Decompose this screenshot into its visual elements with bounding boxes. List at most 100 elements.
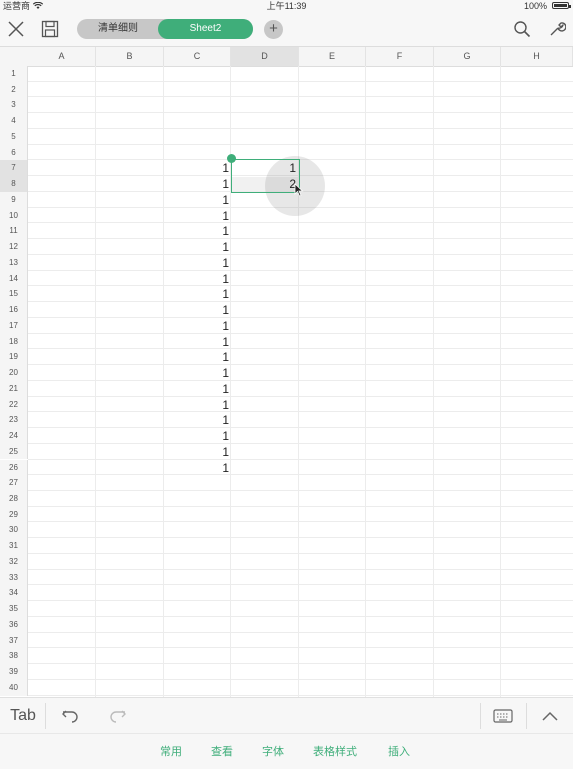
row-header-19[interactable]: 19 (0, 349, 28, 366)
row-header-8[interactable]: 8 (0, 176, 28, 192)
row-header-27[interactable]: 27 (0, 475, 28, 491)
row-header-22[interactable]: 22 (0, 396, 28, 413)
undo-icon[interactable] (58, 706, 82, 726)
row-header-32[interactable]: 32 (0, 553, 28, 570)
menu-insert[interactable]: 插入 (388, 743, 410, 759)
tab-sheet-qingdan[interactable]: 清单细则 (77, 19, 159, 39)
row-header-6[interactable]: 6 (0, 144, 28, 161)
row-header-11[interactable]: 11 (0, 223, 28, 240)
row-header-31[interactable]: 31 (0, 538, 28, 554)
column-header-b[interactable]: B (96, 47, 164, 66)
row-header-1[interactable]: 1 (0, 66, 28, 82)
cell-c26[interactable]: 1 (193, 461, 229, 475)
cell-c21[interactable]: 1 (193, 382, 229, 396)
cell-c18[interactable]: 1 (193, 335, 229, 349)
cell-c8[interactable]: 1 (193, 177, 229, 191)
row-header-10[interactable]: 10 (0, 207, 28, 224)
row-header-35[interactable]: 35 (0, 601, 28, 617)
row-header-7[interactable]: 7 (0, 160, 28, 177)
row-header-17[interactable]: 17 (0, 317, 28, 334)
row-gridline (28, 269, 573, 271)
row-header-28[interactable]: 28 (0, 490, 28, 507)
column-header-a[interactable]: A (28, 47, 96, 66)
cell-c13[interactable]: 1 (193, 256, 229, 270)
row-gridline (28, 364, 573, 366)
close-icon[interactable] (5, 18, 27, 40)
cell-c17[interactable]: 1 (193, 319, 229, 333)
menu-table-style[interactable]: 表格样式 (313, 743, 357, 759)
cell-c25[interactable]: 1 (193, 445, 229, 459)
cell-c24[interactable]: 1 (193, 429, 229, 443)
row-header-18[interactable]: 18 (0, 333, 28, 350)
cell-c16[interactable]: 1 (193, 303, 229, 317)
cell-c10[interactable]: 1 (193, 209, 229, 223)
selection-range[interactable] (231, 159, 300, 193)
row-header-39[interactable]: 39 (0, 664, 28, 680)
column-header-e[interactable]: E (299, 47, 366, 66)
redo-icon[interactable] (106, 706, 130, 726)
keyboard-accessory-bar: Tab (0, 697, 573, 734)
row-gridline (28, 474, 573, 476)
row-header-37[interactable]: 37 (0, 632, 28, 649)
row-gridline (28, 301, 573, 303)
row-header-40[interactable]: 40 (0, 679, 28, 696)
keyboard-icon[interactable] (491, 706, 515, 726)
row-header-30[interactable]: 30 (0, 522, 28, 539)
row-header-38[interactable]: 38 (0, 648, 28, 665)
cell-c12[interactable]: 1 (193, 240, 229, 254)
row-header-9[interactable]: 9 (0, 191, 28, 208)
row-header-34[interactable]: 34 (0, 585, 28, 602)
cell-c9[interactable]: 1 (193, 193, 229, 207)
cell-c19[interactable]: 1 (193, 350, 229, 364)
row-header-29[interactable]: 29 (0, 506, 28, 523)
cell-c15[interactable]: 1 (193, 287, 229, 301)
row-header-26[interactable]: 26 (0, 459, 28, 476)
cell-c23[interactable]: 1 (193, 413, 229, 427)
row-header-33[interactable]: 33 (0, 569, 28, 586)
row-header-25[interactable]: 25 (0, 443, 28, 460)
row-header-2[interactable]: 2 (0, 81, 28, 98)
row-header-3[interactable]: 3 (0, 97, 28, 114)
cell-c20[interactable]: 1 (193, 366, 229, 380)
column-header-d[interactable]: D (231, 47, 299, 66)
cell-c7[interactable]: 1 (193, 161, 229, 175)
row-header-24[interactable]: 24 (0, 428, 28, 444)
column-header-h[interactable]: H (501, 47, 573, 66)
row-header-23[interactable]: 23 (0, 412, 28, 428)
row-gridline (28, 521, 573, 523)
menu-view[interactable]: 查看 (211, 743, 233, 759)
search-icon[interactable] (511, 18, 533, 40)
column-header-c[interactable]: C (164, 47, 231, 66)
toolbar: 清单细则 Sheet2 + (0, 12, 573, 47)
save-icon[interactable] (39, 18, 61, 40)
cell-c11[interactable]: 1 (193, 224, 229, 238)
add-sheet-button[interactable]: + (264, 20, 283, 39)
row-header-16[interactable]: 16 (0, 302, 28, 318)
row-header-5[interactable]: 5 (0, 128, 28, 145)
row-gridline (28, 316, 573, 318)
row-gridline (28, 238, 573, 240)
wrench-icon[interactable] (546, 18, 568, 40)
tab-sheet2[interactable]: Sheet2 (158, 19, 253, 39)
row-header-4[interactable]: 4 (0, 113, 28, 129)
menu-common[interactable]: 常用 (160, 743, 182, 759)
row-gridline (28, 395, 573, 397)
spreadsheet-grid[interactable]: ABCDEFGH 1 2 3 4 5 6 7 8 9 10 11 12 13 14 15 16 17 18 19 20… (0, 47, 573, 697)
tab-key-button[interactable]: Tab (8, 706, 38, 726)
column-header-f[interactable]: F (366, 47, 434, 66)
row-header-21[interactable]: 21 (0, 380, 28, 397)
cell-c22[interactable]: 1 (193, 398, 229, 412)
column-header-g[interactable]: G (434, 47, 501, 66)
cell-c14[interactable]: 1 (193, 272, 229, 286)
row-header-15[interactable]: 15 (0, 286, 28, 303)
row-gridline (28, 584, 573, 586)
menu-font[interactable]: 字体 (262, 743, 284, 759)
chevron-up-icon[interactable] (538, 706, 562, 726)
row-header-13[interactable]: 13 (0, 254, 28, 271)
row-header-14[interactable]: 14 (0, 270, 28, 287)
row-header-36[interactable]: 36 (0, 616, 28, 633)
row-gridline (28, 489, 573, 491)
row-header-20[interactable]: 20 (0, 365, 28, 381)
row-gridline (28, 537, 573, 539)
row-header-12[interactable]: 12 (0, 239, 28, 255)
